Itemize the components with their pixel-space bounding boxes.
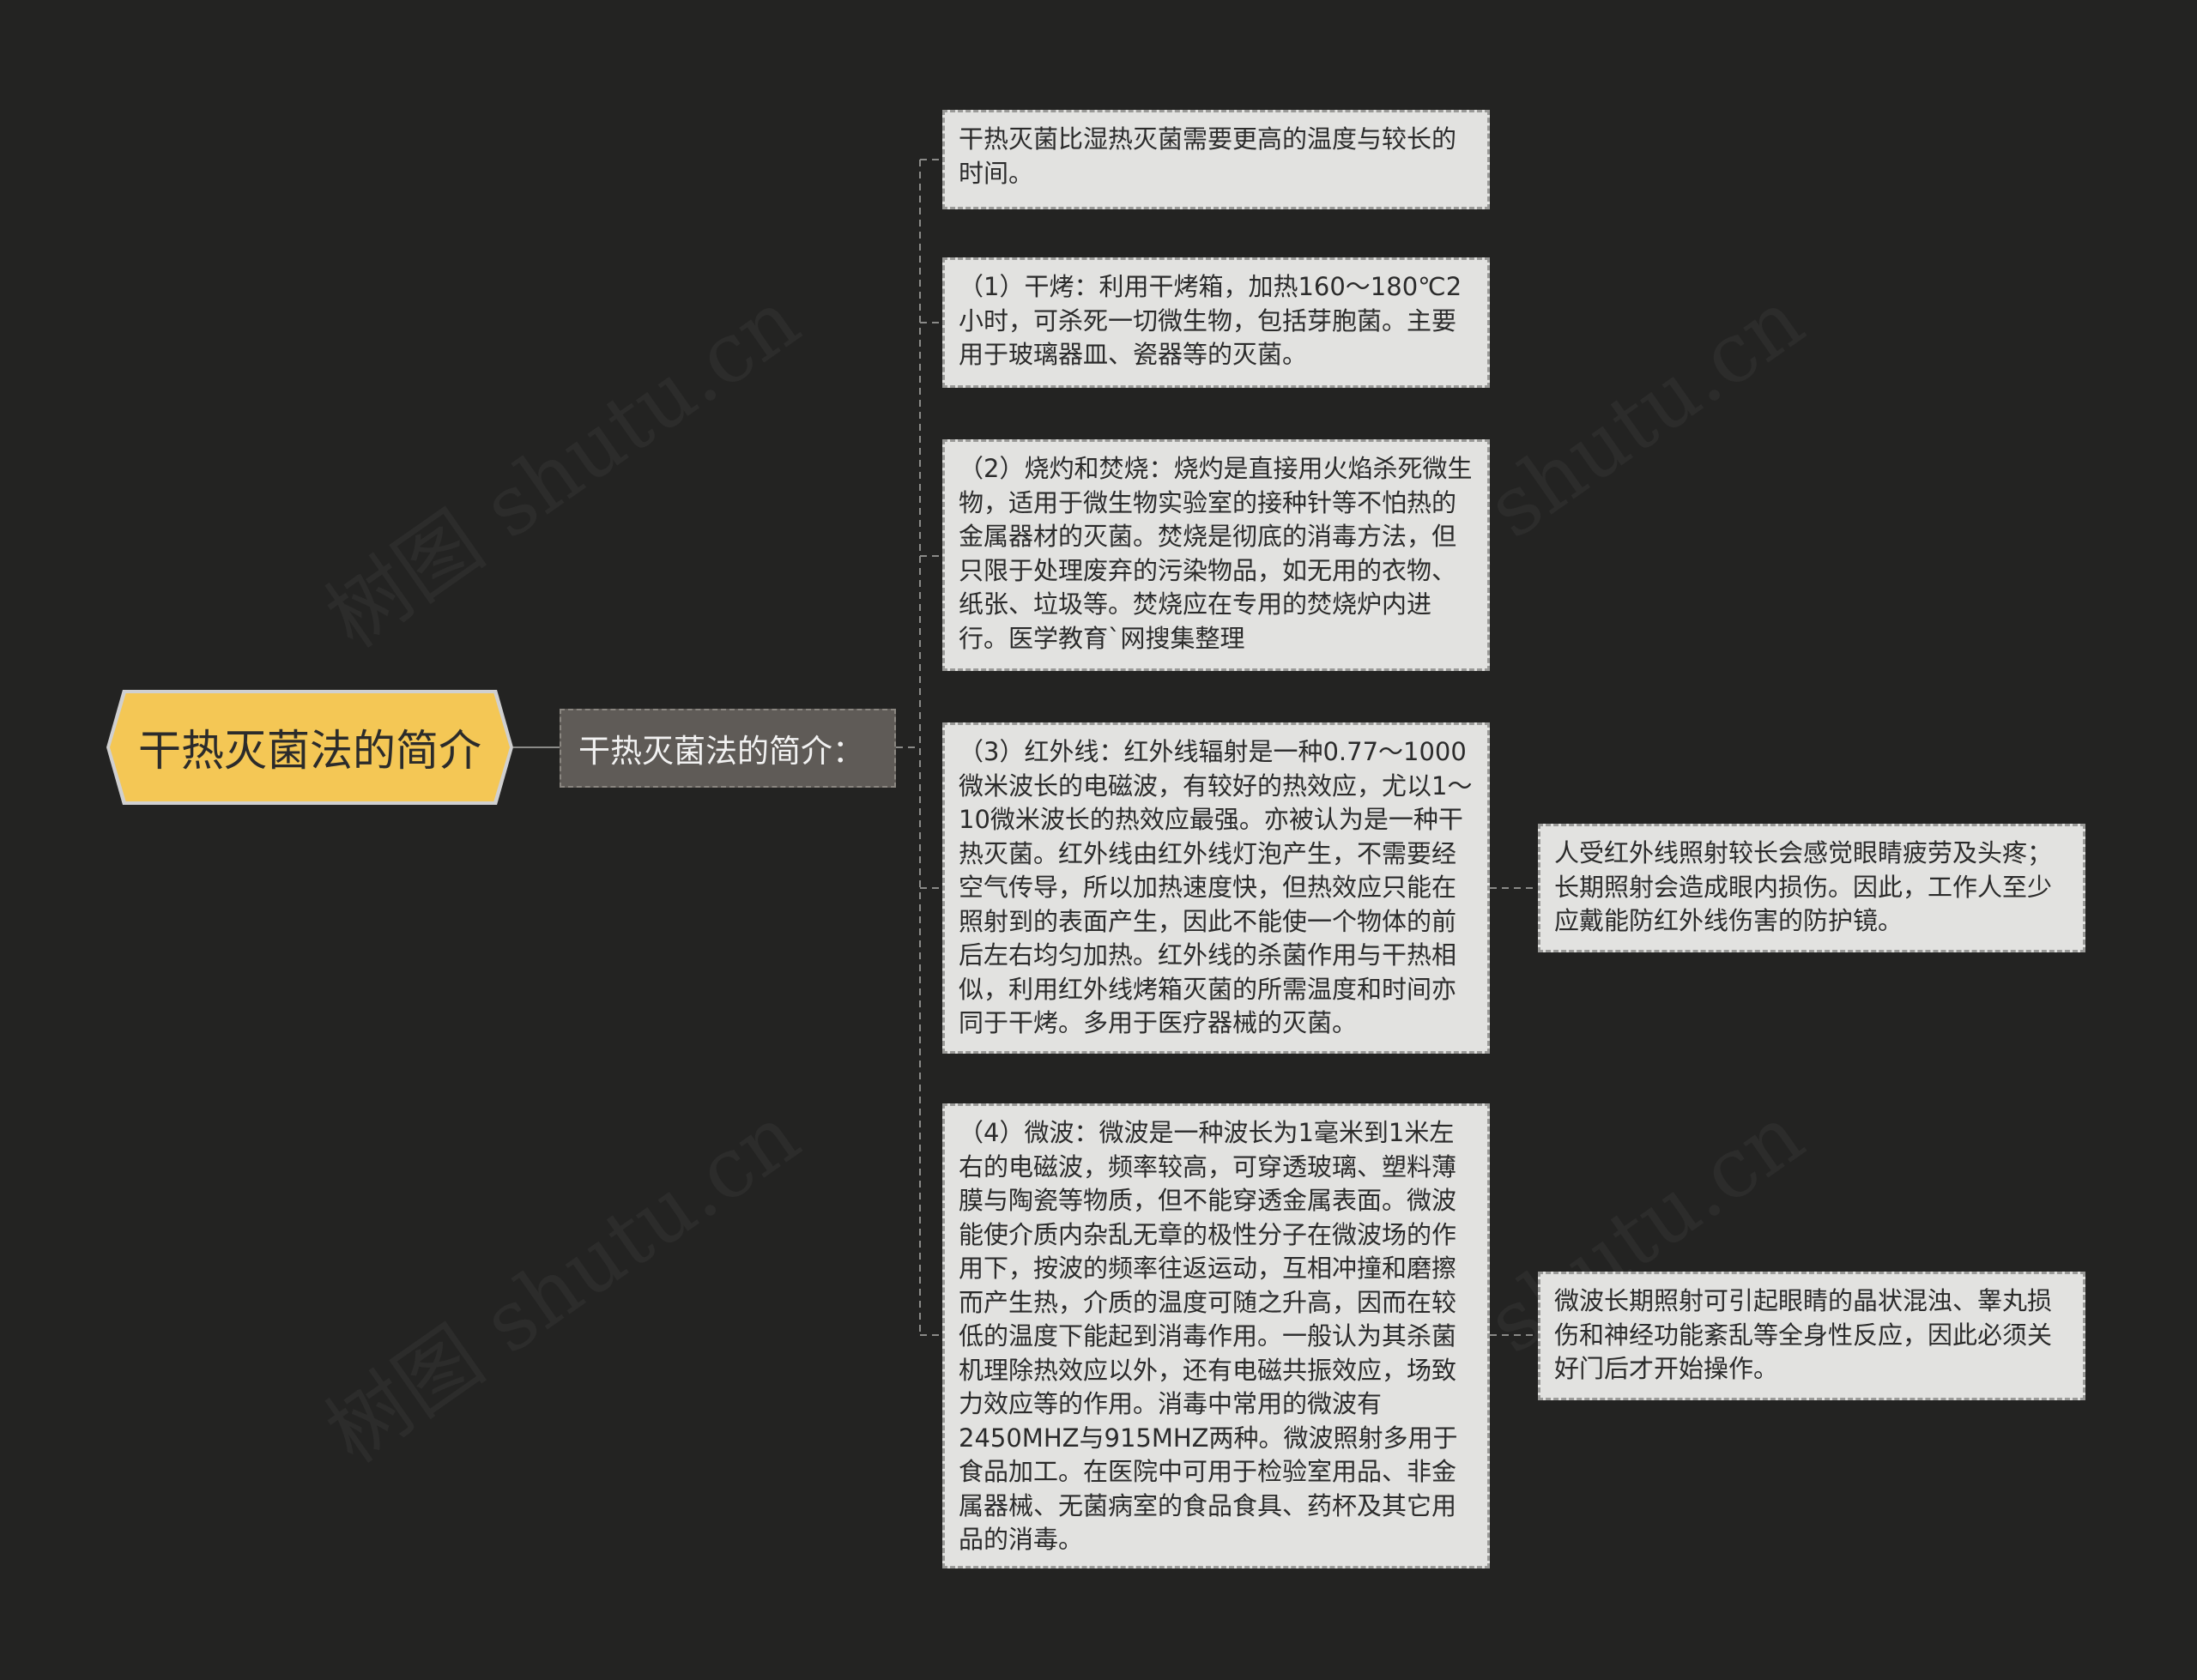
- root-node[interactable]: 干热灭菌法的简介: [110, 693, 510, 801]
- leaf-node-text: （1）干烤：利用干烤箱，加热160～180℃2小时，可杀死一切微生物，包括芽胞菌…: [959, 272, 1462, 369]
- leaf-node-5[interactable]: （4）微波：微波是一种波长为1毫米到1米左右的电磁波，频率较高，可穿透玻璃、塑料…: [942, 1103, 1490, 1568]
- leaf-node-text: （3）红外线：红外线辐射是一种0.77～1000微米波长的电磁波，有较好的热效应…: [959, 737, 1473, 1037]
- leaf-node-text: （2）烧灼和焚烧：烧灼是直接用火焰杀死微生物，适用于微生物实验室的接种针等不怕热…: [959, 454, 1473, 653]
- root-node-label: 干热灭菌法的简介: [138, 726, 481, 776]
- leaf-node-text: 干热灭菌比湿热灭菌需要更高的温度与较长的时间。: [959, 124, 1457, 188]
- leaf-node-text: （4）微波：微波是一种波长为1毫米到1米左右的电磁波，频率较高，可穿透玻璃、塑料…: [959, 1118, 1458, 1554]
- branch-node[interactable]: 干热灭菌法的简介：: [560, 709, 896, 788]
- branch-node-label: 干热灭菌法的简介：: [578, 733, 864, 770]
- leaf-node-2[interactable]: （1）干烤：利用干烤箱，加热160～180℃2小时，可杀死一切微生物，包括芽胞菌…: [942, 257, 1490, 388]
- sub-leaf-node-1[interactable]: 人受红外线照射较长会感觉眼睛疲劳及头疼；长期照射会造成眼内损伤。因此，工作人至少…: [1538, 824, 2085, 952]
- leaf-node-1[interactable]: 干热灭菌比湿热灭菌需要更高的温度与较长的时间。: [942, 110, 1490, 209]
- leaf-node-4[interactable]: （3）红外线：红外线辐射是一种0.77～1000微米波长的电磁波，有较好的热效应…: [942, 722, 1490, 1054]
- sub-leaf-node-text: 人受红外线照射较长会感觉眼睛疲劳及头疼；长期照射会造成眼内损伤。因此，工作人至少…: [1554, 838, 2053, 935]
- sub-leaf-node-text: 微波长期照射可引起眼睛的晶状混浊、睾丸损伤和神经功能紊乱等全身性反应，因此必须关…: [1554, 1286, 2053, 1383]
- leaf-node-3[interactable]: （2）烧灼和焚烧：烧灼是直接用火焰杀死微生物，适用于微生物实验室的接种针等不怕热…: [942, 439, 1490, 671]
- sub-leaf-node-2[interactable]: 微波长期照射可引起眼睛的晶状混浊、睾丸损伤和神经功能紊乱等全身性反应，因此必须关…: [1538, 1272, 2085, 1400]
